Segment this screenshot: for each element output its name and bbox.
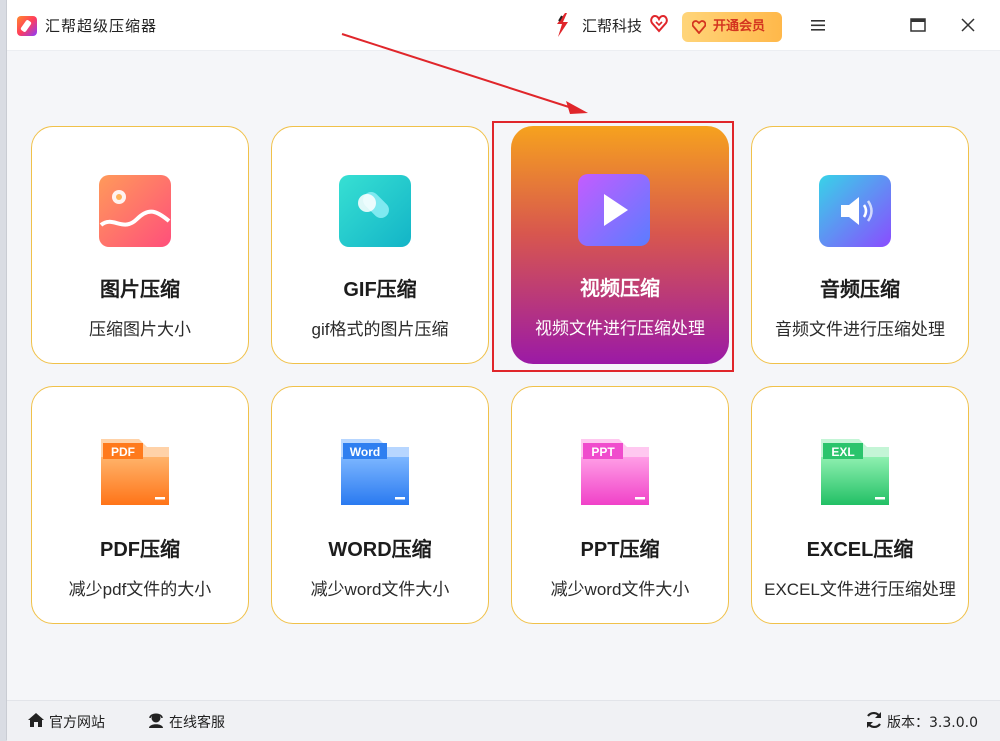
app-title: 汇帮超级压缩器 bbox=[45, 17, 158, 35]
vip-button[interactable]: 开通会员 bbox=[682, 12, 782, 42]
heart-icon[interactable] bbox=[650, 15, 668, 33]
maximize-icon[interactable] bbox=[908, 15, 928, 35]
card-desc: 压缩图片大小 bbox=[89, 320, 191, 339]
card-desc: 减少word文件大小 bbox=[310, 580, 450, 599]
website-link[interactable]: 官方网站 bbox=[49, 712, 105, 732]
image-icon bbox=[99, 175, 171, 247]
word-folder-icon: Word bbox=[341, 439, 409, 505]
status-bar: 官方网站 在线客服 版本：3.3.0.0 bbox=[7, 700, 1000, 741]
card-image-compress[interactable]: 图片压缩 压缩图片大小 bbox=[31, 126, 249, 364]
card-desc: 音频文件进行压缩处理 bbox=[775, 320, 945, 339]
card-title: 图片压缩 bbox=[100, 279, 180, 301]
brand-name: 汇帮科技 bbox=[582, 17, 643, 35]
card-desc: 减少pdf文件的大小 bbox=[68, 580, 212, 599]
refresh-icon[interactable] bbox=[865, 711, 883, 729]
card-desc: 减少word文件大小 bbox=[550, 580, 690, 599]
badge-text: PPT bbox=[591, 445, 615, 459]
audio-speaker-icon bbox=[819, 175, 891, 247]
brand-logo-icon bbox=[557, 13, 568, 37]
card-ppt-compress[interactable]: PPT PPT压缩 减少word文件大小 bbox=[511, 386, 729, 624]
ppt-folder-icon: PPT bbox=[581, 439, 649, 505]
badge-text: EXL bbox=[831, 445, 854, 459]
card-title: PPT压缩 bbox=[580, 539, 660, 561]
card-excel-compress[interactable]: EXL EXCEL压缩 EXCEL文件进行压缩处理 bbox=[751, 386, 969, 624]
card-word-compress[interactable]: Word WORD压缩 减少word文件大小 bbox=[271, 386, 489, 624]
vip-label: 开通会员 bbox=[712, 19, 765, 34]
card-audio-compress[interactable]: 音频压缩 音频文件进行压缩处理 bbox=[751, 126, 969, 364]
badge-text: Word bbox=[350, 445, 380, 459]
card-title: EXCEL压缩 bbox=[806, 539, 914, 561]
vip-heart-icon bbox=[692, 20, 706, 34]
excel-folder-icon: EXL bbox=[821, 439, 889, 505]
card-gif-compress[interactable]: GIF压缩 gif格式的图片压缩 bbox=[271, 126, 489, 364]
badge-text: PDF bbox=[111, 445, 135, 459]
title-bar: 汇帮超级压缩器 汇帮科技 开通会员 bbox=[7, 0, 1000, 51]
close-icon[interactable] bbox=[958, 15, 978, 35]
support-agent-icon[interactable] bbox=[147, 711, 165, 729]
highlight-box bbox=[492, 121, 734, 372]
menu-icon[interactable] bbox=[808, 15, 828, 35]
card-pdf-compress[interactable]: PDF PDF压缩 减少pdf文件的大小 bbox=[31, 386, 249, 624]
card-title: GIF压缩 bbox=[343, 279, 417, 301]
card-desc: gif格式的图片压缩 bbox=[311, 320, 449, 339]
support-link[interactable]: 在线客服 bbox=[169, 712, 225, 732]
pdf-folder-icon: PDF bbox=[101, 439, 169, 505]
card-title: WORD压缩 bbox=[328, 539, 432, 561]
card-title: PDF压缩 bbox=[100, 539, 180, 561]
gif-icon bbox=[339, 175, 411, 247]
home-icon[interactable] bbox=[27, 711, 45, 729]
card-desc: EXCEL文件进行压缩处理 bbox=[764, 580, 956, 599]
app-logo-icon bbox=[17, 16, 37, 36]
version-label: 版本：3.3.0.0 bbox=[887, 715, 978, 731]
card-title: 音频压缩 bbox=[820, 279, 900, 301]
